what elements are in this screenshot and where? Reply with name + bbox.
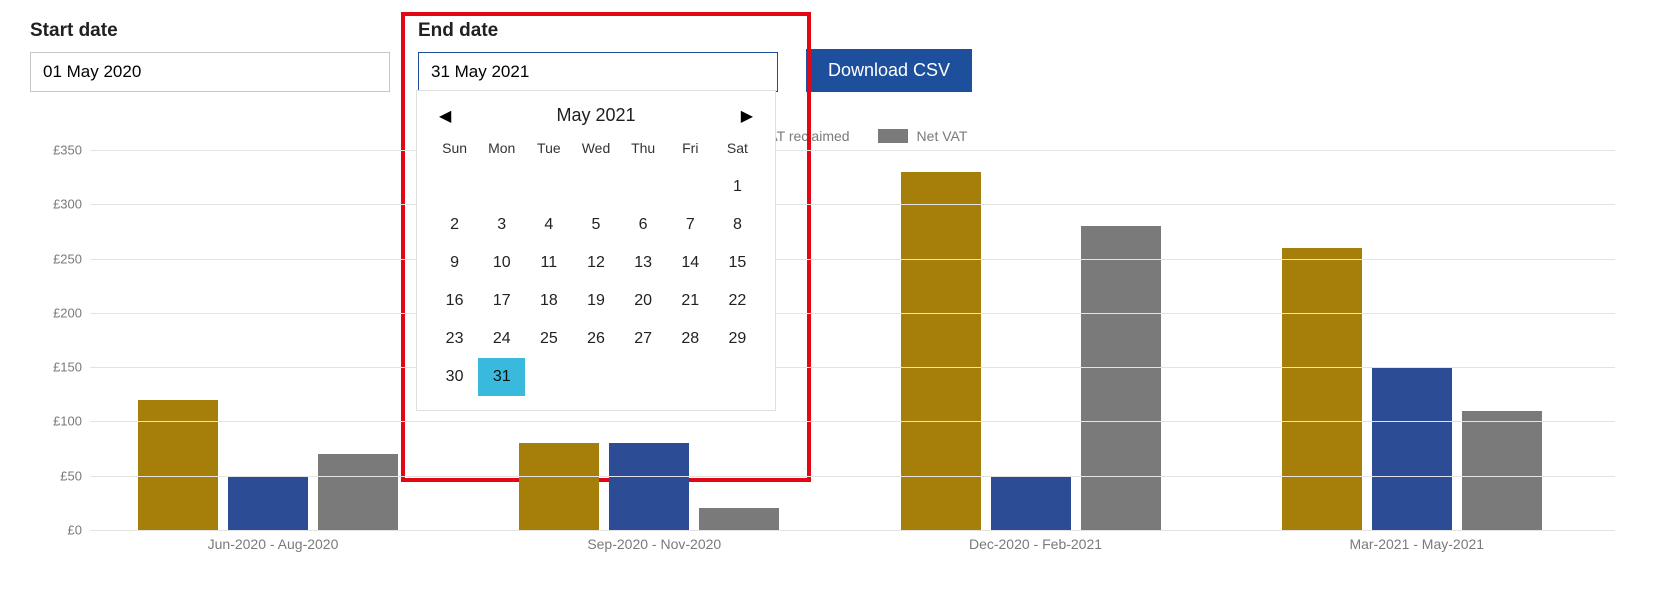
calendar-day[interactable]: 10 (478, 244, 525, 282)
calendar-day[interactable]: 16 (431, 282, 478, 320)
calendar-weekday: Fri (667, 132, 714, 168)
calendar-weekday: Mon (478, 132, 525, 168)
calendar-day[interactable]: 21 (667, 282, 714, 320)
calendar-weekday: Tue (525, 132, 572, 168)
x-tick-label: Dec-2020 - Feb-2021 (969, 536, 1102, 552)
calendar-day[interactable]: 4 (525, 206, 572, 244)
y-tick-label: £50 (30, 468, 82, 483)
calendar-day[interactable]: 3 (478, 206, 525, 244)
bar[interactable] (1462, 411, 1542, 530)
calendar-weekday: Sat (714, 132, 761, 168)
calendar-empty-cell (572, 168, 619, 206)
calendar-day[interactable]: 17 (478, 282, 525, 320)
calendar-day[interactable]: 19 (572, 282, 619, 320)
bar[interactable] (519, 443, 599, 530)
bar[interactable] (699, 508, 779, 530)
calendar-day[interactable]: 31 (478, 358, 525, 396)
calendar-day[interactable]: 5 (572, 206, 619, 244)
y-tick-label: £100 (30, 414, 82, 429)
x-tick-label: Sep-2020 - Nov-2020 (587, 536, 721, 552)
end-date-label: End date (418, 20, 778, 42)
x-axis-labels: Jun-2020 - Aug-2020 Sep-2020 - Nov-2020 De… (90, 532, 1615, 560)
bar[interactable] (318, 454, 398, 530)
download-csv-button[interactable]: Download CSV (806, 49, 972, 92)
end-date-field: End date (418, 20, 778, 92)
y-tick-label: £250 (30, 251, 82, 266)
x-tick-label: Jun-2020 - Aug-2020 (208, 536, 339, 552)
calendar-day[interactable]: 30 (431, 358, 478, 396)
end-date-input[interactable] (418, 52, 778, 92)
calendar-day[interactable]: 9 (431, 244, 478, 282)
calendar-day[interactable]: 26 (572, 320, 619, 358)
controls-row: Start date End date Download CSV (30, 20, 1625, 92)
legend-swatch-net (878, 129, 908, 143)
start-date-label: Start date (30, 20, 390, 42)
calendar-day[interactable]: 7 (667, 206, 714, 244)
calendar-empty-cell (431, 168, 478, 206)
calendar-day[interactable]: 2 (431, 206, 478, 244)
legend-item-net[interactable]: Net VAT (878, 128, 968, 144)
calendar-day[interactable]: 23 (431, 320, 478, 358)
calendar-prev-icon[interactable]: ◀ (439, 106, 451, 126)
calendar-next-icon[interactable]: ▶ (741, 106, 753, 126)
calendar-days-grid: 1234567891011121314151617181920212223242… (431, 168, 761, 396)
bar[interactable] (1282, 248, 1362, 530)
calendar-day[interactable]: 18 (525, 282, 572, 320)
y-tick-label: £300 (30, 197, 82, 212)
start-date-field: Start date (30, 20, 390, 92)
bar[interactable] (228, 476, 308, 530)
start-date-input[interactable] (30, 52, 390, 92)
calendar-weekday: Wed (572, 132, 619, 168)
calendar-empty-cell (620, 168, 667, 206)
chart: £0£50£100£150£200£250£300£350 Jun-2020 -… (30, 150, 1625, 560)
calendar-empty-cell (478, 168, 525, 206)
calendar-day[interactable]: 29 (714, 320, 761, 358)
bar-group (519, 443, 779, 530)
calendar-day[interactable]: 20 (620, 282, 667, 320)
y-tick-label: £200 (30, 305, 82, 320)
calendar-month-label[interactable]: May 2021 (556, 105, 635, 126)
calendar-day[interactable]: 8 (714, 206, 761, 244)
calendar-day[interactable]: 22 (714, 282, 761, 320)
bar-group (1282, 248, 1542, 530)
bar[interactable] (1372, 367, 1452, 530)
y-tick-label: £0 (30, 523, 82, 538)
bar-group (138, 400, 398, 530)
legend-label-net: Net VAT (917, 128, 968, 144)
calendar-day[interactable]: 6 (620, 206, 667, 244)
calendar-empty-cell (525, 168, 572, 206)
calendar-day[interactable]: 27 (620, 320, 667, 358)
y-tick-label: £150 (30, 360, 82, 375)
calendar-weekday: Sun (431, 132, 478, 168)
calendar-day[interactable]: 24 (478, 320, 525, 358)
chart-legend: Total VAT reclaimed Net VAT (30, 128, 1625, 144)
calendar-day[interactable]: 11 (525, 244, 572, 282)
bar[interactable] (1081, 226, 1161, 530)
calendar-popup: ◀ May 2021 ▶ SunMonTueWedThuFriSat 12345… (416, 90, 776, 411)
calendar-day[interactable]: 12 (572, 244, 619, 282)
y-tick-label: £350 (30, 143, 82, 158)
calendar-day[interactable]: 1 (714, 168, 761, 206)
calendar-day[interactable]: 28 (667, 320, 714, 358)
bar[interactable] (609, 443, 689, 530)
calendar-day[interactable]: 15 (714, 244, 761, 282)
plot-area (90, 150, 1615, 530)
calendar-weekday-row: SunMonTueWedThuFriSat (431, 132, 761, 168)
calendar-day[interactable]: 13 (620, 244, 667, 282)
calendar-empty-cell (667, 168, 714, 206)
calendar-day[interactable]: 25 (525, 320, 572, 358)
calendar-day[interactable]: 14 (667, 244, 714, 282)
bar[interactable] (991, 476, 1071, 530)
x-tick-label: Mar-2021 - May-2021 (1349, 536, 1484, 552)
calendar-weekday: Thu (620, 132, 667, 168)
bar[interactable] (138, 400, 218, 530)
